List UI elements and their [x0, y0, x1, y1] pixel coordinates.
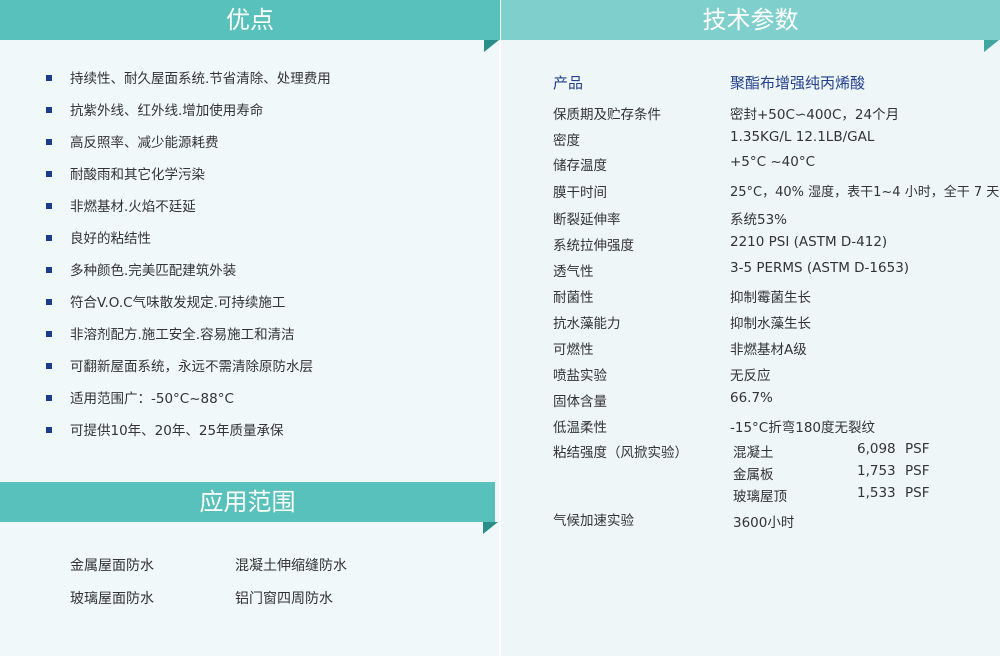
list-item: 非溶剂配方.施工安全.容易施工和清洁 [46, 324, 331, 356]
spec-value: 系统53% [730, 212, 788, 228]
application-item: 玻璃屋面防水 [70, 591, 154, 607]
list-item: 适用范围广：-50°C~88°C [46, 388, 331, 420]
adhesion-value: 1,533 [857, 485, 896, 501]
spec-value: 抑制水藻生长 [730, 316, 811, 332]
adhesion-substrate: 混凝土 [733, 445, 774, 461]
spec-label: 耐菌性 [553, 290, 594, 306]
square-bullet-icon [46, 331, 52, 337]
spec-label: 气候加速实验 [553, 513, 634, 529]
list-item: 持续性、耐久屋面系统.节省清除、处理费用 [46, 68, 331, 100]
spec-label: 保质期及贮存条件 [553, 107, 661, 123]
square-bullet-icon [46, 75, 52, 81]
square-bullet-icon [46, 267, 52, 273]
list-item: 高反照率、减少能源耗费 [46, 132, 331, 164]
advantages-title: 优点 [0, 0, 500, 40]
spec-label: 储存温度 [553, 158, 607, 174]
spec-label: 低温柔性 [553, 420, 607, 436]
square-bullet-icon [46, 395, 52, 401]
square-bullet-icon [46, 427, 52, 433]
adhesion-value: 6,098 [857, 441, 896, 457]
application-title: 应用范围 [0, 482, 495, 522]
square-bullet-icon [46, 299, 52, 305]
adhesion-value: 1,753 [857, 463, 896, 479]
spec-label: 可燃性 [553, 342, 594, 358]
square-bullet-icon [46, 203, 52, 209]
spec-label: 系统拉伸强度 [553, 238, 634, 254]
list-item: 良好的粘结性 [46, 228, 331, 260]
spec-value: 非燃基材A级 [730, 342, 807, 358]
spec-label: 膜干时间 [553, 185, 607, 201]
spec-header-label: 产品 [553, 74, 584, 92]
spec-value: 66.7% [730, 390, 773, 406]
list-item: 可翻新屋面系统，永远不需清除原防水层 [46, 356, 331, 388]
adhesion-unit: PSF [905, 441, 930, 457]
square-bullet-icon [46, 139, 52, 145]
square-bullet-icon [46, 363, 52, 369]
adhesion-unit: PSF [905, 485, 930, 501]
list-item: 非燃基材.火焰不廷延 [46, 196, 331, 228]
square-bullet-icon [46, 107, 52, 113]
spec-value: 3600小时 [733, 515, 795, 531]
application-item: 混凝土伸缩缝防水 [235, 558, 347, 574]
application-ribbon-fold [483, 522, 498, 534]
spec-label: 密度 [553, 133, 580, 149]
adhesion-substrate: 金属板 [733, 467, 774, 483]
spec-value: 1.35KG/L 12.1LB/GAL [730, 129, 875, 145]
spec-value: 无反应 [730, 368, 771, 384]
list-item: 多种颜色.完美匹配建筑外装 [46, 260, 331, 292]
spec-label: 固体含量 [553, 394, 607, 410]
spec-label: 粘结强度（风掀实验） [553, 445, 688, 461]
spec-value: 2210 PSI (ASTM D-412) [730, 234, 888, 250]
spec-value: 25°C，40% 湿度，表干1~4 小时，全干 7 天 [730, 185, 1000, 200]
square-bullet-icon [46, 171, 52, 177]
advantages-ribbon-fold [484, 40, 499, 52]
specs-ribbon-fold [984, 40, 999, 52]
spec-value: +5°C ~40°C [730, 154, 816, 170]
adhesion-unit: PSF [905, 463, 930, 479]
list-item: 符合V.O.C气味散发规定.可持续施工 [46, 292, 331, 324]
spec-header-value: 聚酯布增强纯丙烯酸 [730, 74, 866, 92]
spec-label: 抗水藻能力 [553, 316, 621, 332]
spec-label: 喷盐实验 [553, 368, 607, 384]
spec-value: 3-5 PERMS (ASTM D-1653) [730, 260, 910, 276]
adhesion-substrate: 玻璃屋顶 [733, 489, 787, 505]
advantages-list: 持续性、耐久屋面系统.节省清除、处理费用 抗紫外线、红外线.增加使用寿命 高反照… [46, 68, 331, 452]
spec-value: 抑制霉菌生长 [730, 290, 811, 306]
list-item: 抗紫外线、红外线.增加使用寿命 [46, 100, 331, 132]
spec-value: 密封+50C∽400C，24个月 [730, 107, 900, 123]
spec-value: -15°C折弯180度无裂纹 [730, 420, 875, 436]
application-item: 铝门窗四周防水 [235, 591, 333, 607]
spec-label: 断裂延伸率 [553, 212, 621, 228]
spec-label: 透气性 [553, 264, 594, 280]
list-item: 耐酸雨和其它化学污染 [46, 164, 331, 196]
application-item: 金属屋面防水 [70, 558, 154, 574]
list-item: 可提供10年、20年、25年质量承保 [46, 420, 331, 452]
specs-title: 技术参数 [501, 0, 1000, 40]
square-bullet-icon [46, 235, 52, 241]
